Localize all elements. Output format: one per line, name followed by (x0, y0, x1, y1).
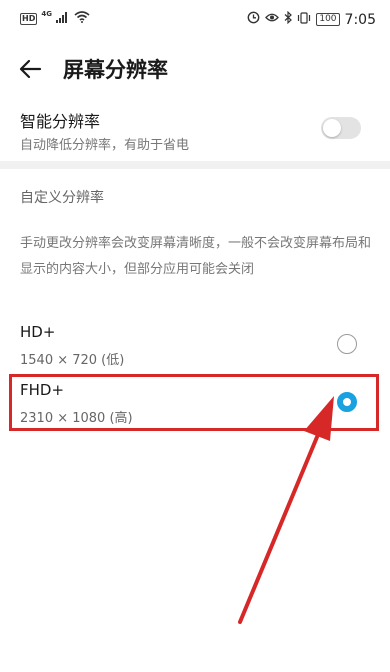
smart-resolution-toggle[interactable] (321, 117, 361, 139)
eye-icon (265, 12, 280, 27)
status-bar: HD 4G 100 7:05 (0, 0, 390, 38)
custom-resolution-description: 手动更改分辨率会改变屏幕清晰度，一般不会改变屏幕布局和显示的内容大小，但部分应用… (20, 236, 372, 277)
signal-icon (55, 11, 70, 27)
back-button[interactable] (14, 52, 48, 86)
option-hd-plus[interactable]: HD+ 1540 × 720 (低) (0, 318, 390, 374)
wifi-icon (74, 11, 90, 27)
page-title: 屏幕分辨率 (63, 58, 168, 82)
status-time: 7:05 (344, 11, 376, 28)
network-type: 4G (41, 10, 52, 18)
vibrate-icon (297, 11, 311, 28)
smart-resolution-row[interactable]: 智能分辨率 自动降低分辨率，有助于省电 (0, 100, 390, 158)
bluetooth-icon (284, 10, 293, 28)
radio-button[interactable] (337, 334, 357, 354)
section-divider (0, 161, 390, 169)
status-right: 100 7:05 (247, 10, 376, 28)
status-left: HD 4G (20, 10, 90, 27)
smart-resolution-title: 智能分辨率 (20, 112, 101, 131)
alarm-icon (247, 11, 260, 28)
section-title-custom: 自定义分辨率 (20, 190, 104, 206)
option-resolution: 1540 × 720 (低) (20, 353, 125, 368)
toggle-knob (323, 119, 341, 137)
annotation-highlight-box (9, 374, 379, 431)
battery-icon: 100 (316, 13, 340, 26)
back-arrow-icon (19, 59, 42, 79)
hd-badge: HD (20, 13, 38, 25)
smart-resolution-subtitle: 自动降低分辨率，有助于省电 (20, 138, 190, 153)
app-header: 屏幕分辨率 (0, 42, 390, 94)
option-label: HD+ (20, 323, 56, 341)
